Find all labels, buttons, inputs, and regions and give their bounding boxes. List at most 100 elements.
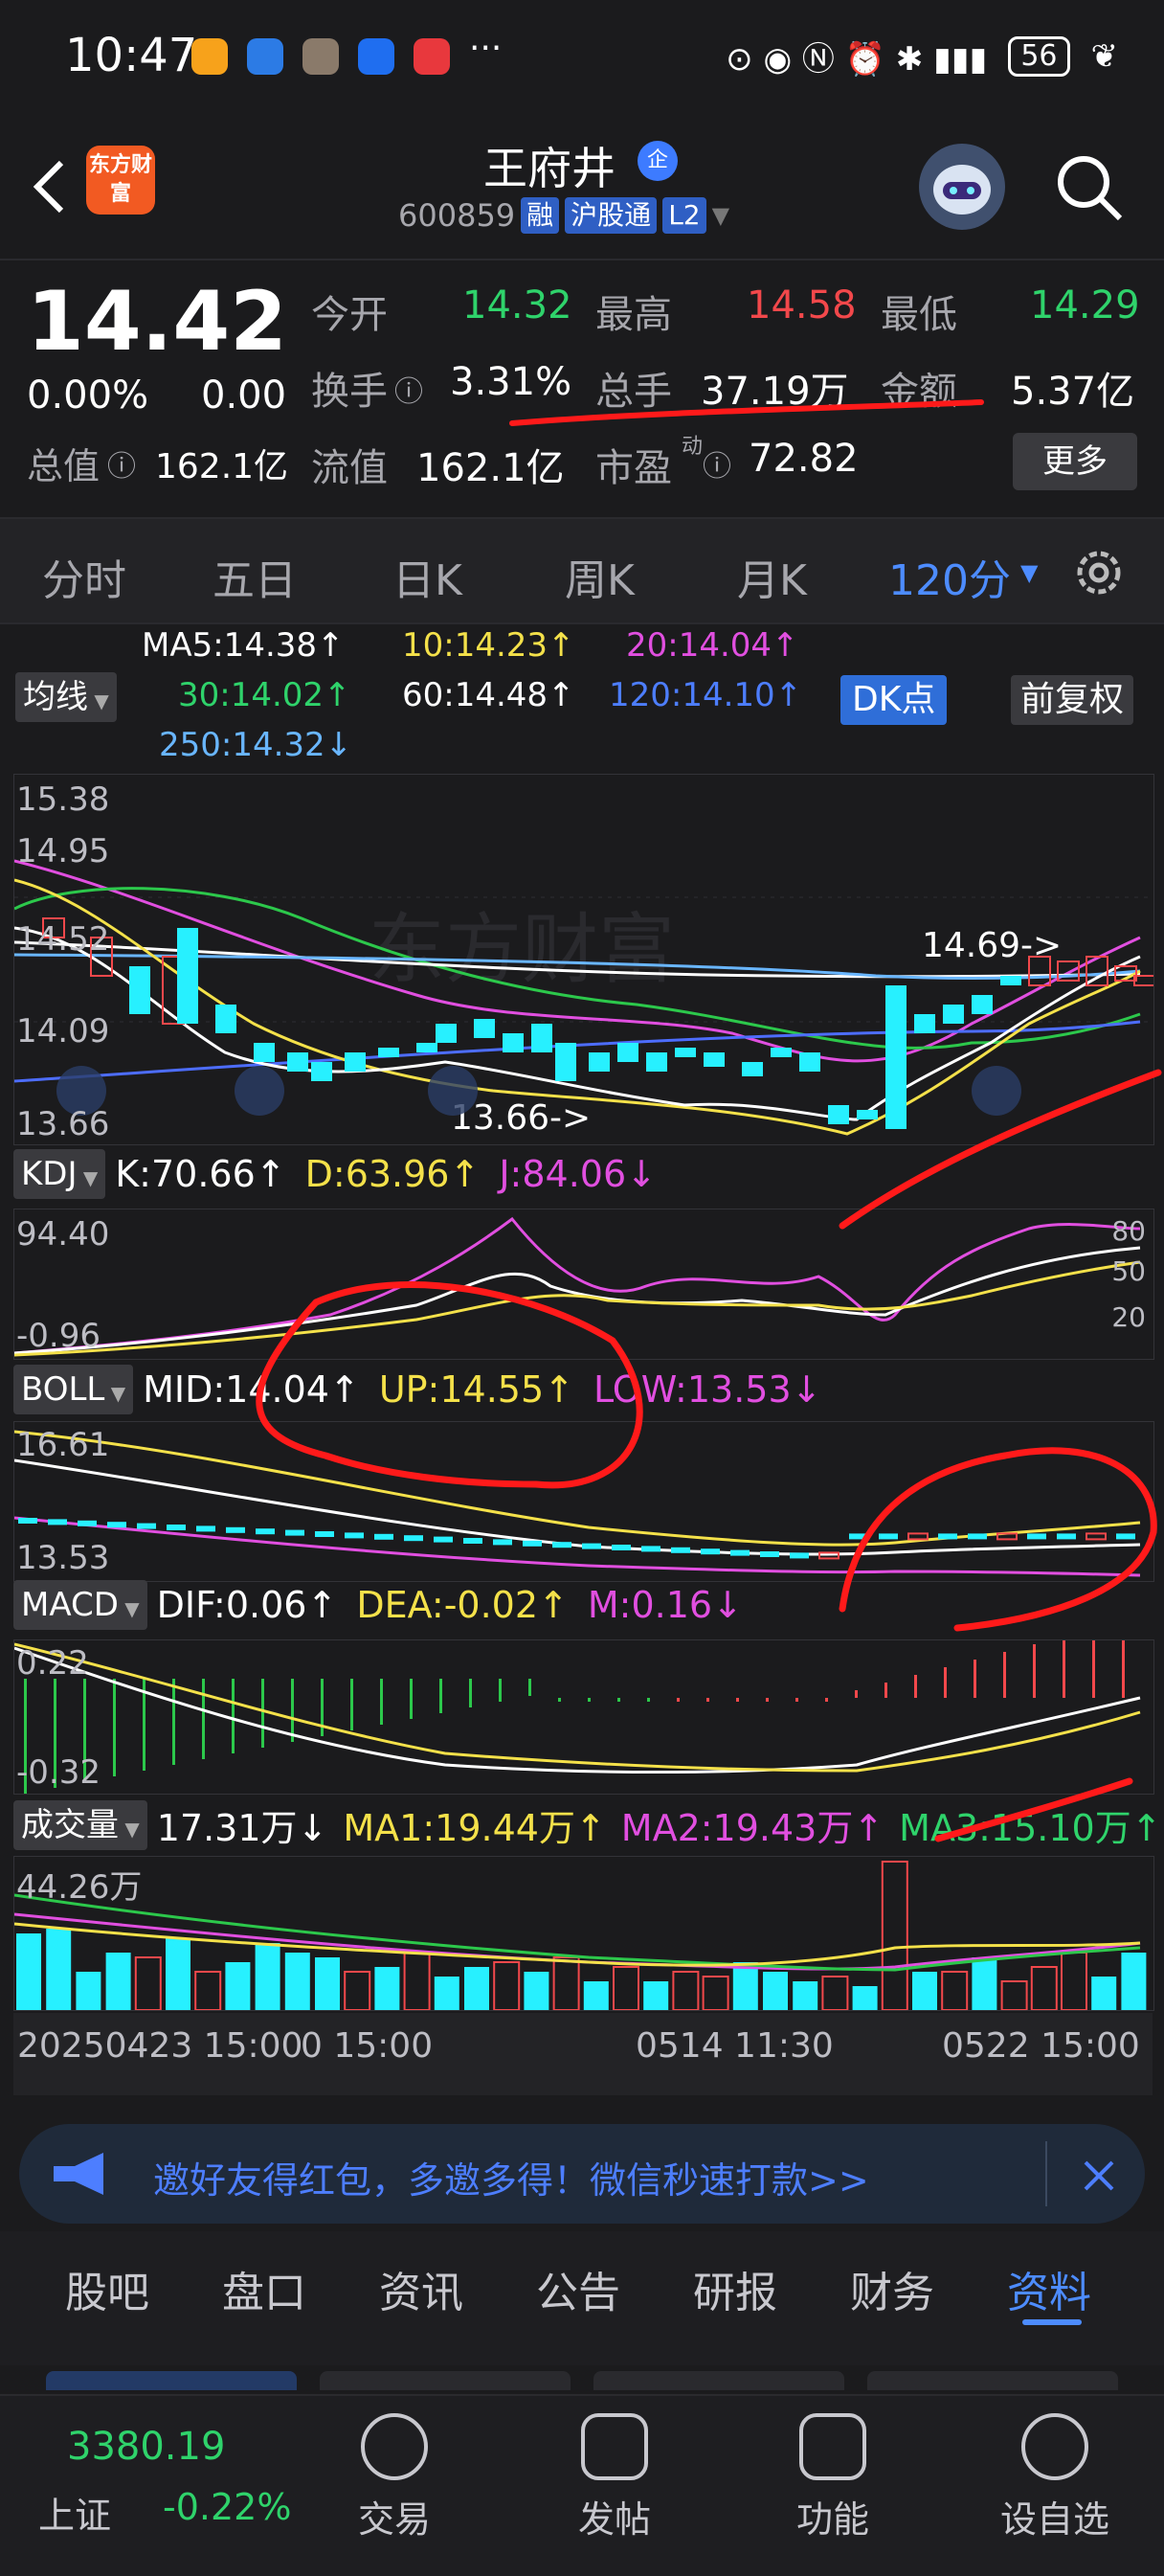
info-tabs: 股吧 盘口 资讯 公告 研报 财务 资料 [0, 2231, 1164, 2390]
watermark: 东方财富 [369, 905, 675, 994]
gear-icon[interactable] [1070, 544, 1128, 601]
candle [503, 1033, 524, 1052]
volume-bar [403, 1952, 431, 2011]
mktcap-value: 162.1亿 [155, 447, 289, 486]
volume-bar [134, 1956, 162, 2011]
leaf-icon: ❦ [1090, 36, 1119, 76]
volume-bar [434, 1977, 459, 2010]
volume-bar [941, 1971, 969, 2011]
tab-orderbook[interactable]: 盘口 [222, 2258, 306, 2319]
nav-watch-label: 设自选 [999, 2498, 1109, 2541]
volume-bar [374, 1967, 400, 2010]
tab-forum[interactable]: 股吧 [65, 2258, 149, 2319]
app-notification-icon [358, 38, 394, 75]
time-mid: 0514 11:30 [636, 2026, 834, 2066]
volume-bar [1000, 1980, 1028, 2011]
ma10-value: 10:14.23↑ [402, 626, 575, 665]
tab-profile[interactable]: 资料 [1007, 2258, 1091, 2319]
sub-tab[interactable] [320, 2371, 571, 2390]
candle [972, 995, 993, 1014]
app-notification-icon [247, 38, 283, 75]
search-icon[interactable] [1051, 149, 1128, 226]
chevron-down-icon[interactable]: ▼ [712, 202, 729, 229]
index-name[interactable]: 上证 [38, 2486, 111, 2539]
info-icon[interactable]: ⓘ [703, 442, 731, 485]
info-icon[interactable]: ⓘ [107, 442, 136, 485]
quote-panel: 14.42 0.00% 0.00 今开 14.32 最高 14.58 最低 14… [0, 259, 1164, 509]
tab-weekly[interactable]: 周K [565, 546, 635, 607]
tab-monthly[interactable]: 月K [737, 546, 807, 607]
promo-banner[interactable]: 邀好友得红包，多邀多得！微信秒速打款>> [19, 2124, 1145, 2224]
volume-bar [524, 1972, 549, 2010]
nav-post-label: 发帖 [577, 2498, 651, 2541]
volume-bar [763, 1972, 788, 2010]
l2-tag: L2 [662, 197, 706, 234]
dk-point-button[interactable]: DK点 [840, 675, 948, 725]
ma-toggle-label: 均线 [23, 678, 88, 716]
more-button[interactable]: 更多 [1013, 433, 1137, 490]
assistant-robot-icon[interactable] [919, 144, 1005, 230]
volume-bar [821, 1976, 849, 2011]
banner-text: 邀好友得红包，多邀多得！微信秒速打款>> [153, 2159, 869, 2202]
sub-tab[interactable] [593, 2371, 844, 2390]
candle [436, 1024, 457, 1043]
sub-tab[interactable] [867, 2371, 1118, 2390]
volume-bar [464, 1967, 489, 2010]
volume-bar [1030, 1966, 1058, 2011]
chevron-down-icon[interactable]: ▼ [1020, 559, 1038, 586]
grid-icon [799, 2413, 866, 2480]
volume-bar [643, 1981, 669, 2010]
low-label: 最低 [881, 293, 957, 337]
stock-name: 王府井 [483, 143, 616, 194]
nav-trade[interactable]: 交易 [327, 2413, 461, 2542]
candle [177, 928, 198, 1024]
high-value: 14.58 [747, 283, 857, 328]
index-change[interactable]: -0.22% [163, 2486, 291, 2528]
app-notification-icon [191, 38, 228, 75]
high-label: 最高 [595, 293, 672, 337]
tab-five-day[interactable]: 五日 [213, 546, 297, 607]
volume-bar [552, 1956, 580, 2011]
volume-bar [493, 1961, 521, 2011]
tab-announcements[interactable]: 公告 [536, 2258, 620, 2319]
stock-code: 600859 [398, 197, 516, 234]
high-marker: 14.69-> [922, 926, 1062, 965]
candle [129, 966, 150, 1014]
tab-daily[interactable]: 日K [392, 546, 462, 607]
tab-research[interactable]: 研报 [693, 2258, 777, 2319]
kline-y-2: 14.95 [16, 832, 110, 870]
tab-finance[interactable]: 财务 [850, 2258, 934, 2319]
open-label: 今开 [311, 293, 388, 337]
index-value[interactable]: 3380.19 [67, 2425, 225, 2469]
nav-add-watchlist[interactable]: 设自选 [988, 2413, 1122, 2542]
candle [416, 1043, 437, 1052]
volume-bar [912, 1972, 937, 2010]
kline-y-top: 15.38 [16, 780, 110, 819]
adjust-mode-button[interactable]: 前复权 [1011, 675, 1134, 725]
annotation-marks [256, 1069, 1162, 1842]
candle [531, 1024, 552, 1052]
volume-bar [76, 1972, 101, 2010]
period-tabs: 分时 五日 日K 周K 月K 120分 ▼ [0, 517, 1164, 624]
info-icon[interactable]: ⓘ [394, 368, 423, 410]
ma-toggle-button[interactable]: 均线 ▼ [15, 672, 117, 722]
tab-intraday[interactable]: 分时 [42, 546, 126, 607]
nav-post[interactable]: 发帖 [548, 2413, 682, 2542]
mktcap-label: 总值 [27, 445, 101, 487]
volume-bar [284, 1953, 310, 2010]
tab-news[interactable]: 资讯 [379, 2258, 463, 2319]
volume-bar [16, 1933, 41, 2010]
nav-function[interactable]: 功能 [766, 2413, 900, 2542]
back-icon[interactable] [23, 153, 80, 220]
active-tab-indicator [1022, 2319, 1082, 2325]
volume-bar [1091, 1977, 1117, 2010]
candle [1000, 976, 1021, 985]
battery-icon: 56 [1008, 35, 1070, 77]
kline-y-3: 14.52 [16, 920, 110, 959]
tab-120min[interactable]: 120分 [888, 546, 1011, 607]
close-icon[interactable] [1082, 2158, 1116, 2193]
sub-tab[interactable] [46, 2371, 297, 2390]
volume-bar [793, 1981, 818, 2010]
candle [215, 1005, 236, 1033]
ma60-value: 60:14.48↑ [402, 676, 575, 714]
